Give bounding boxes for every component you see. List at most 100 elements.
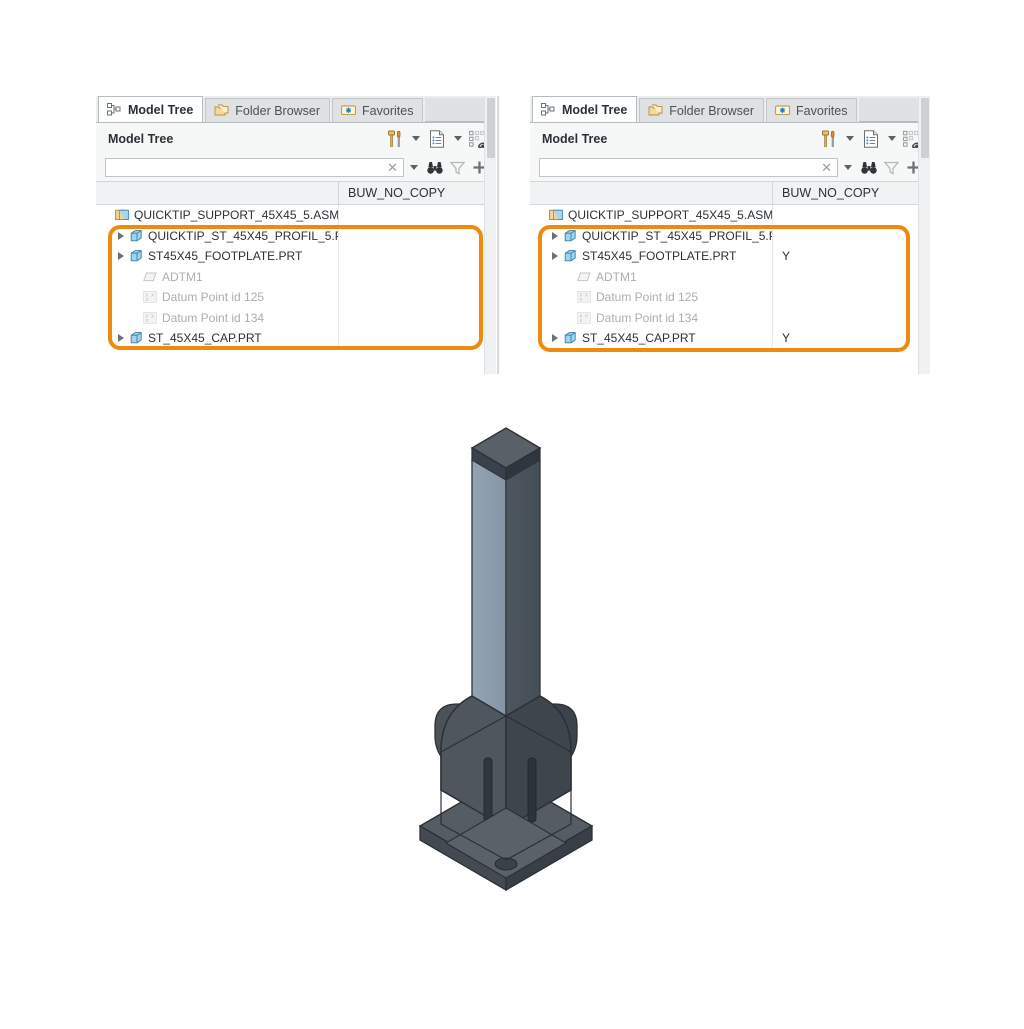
tree-row[interactable]: ST_45X45_CAP.PRT Y: [530, 328, 930, 349]
tab-model-tree[interactable]: Model Tree: [98, 96, 204, 122]
chevron-down-icon[interactable]: [844, 165, 852, 170]
expand-arrow-icon[interactable]: [117, 252, 124, 261]
binoculars-icon[interactable]: [858, 157, 880, 179]
vertical-scrollbar[interactable]: [918, 96, 930, 374]
tree-row[interactable]: QUICKTIP_ST_45X45_PROFIL_5.PRT: [96, 225, 496, 246]
tree-row-label: Datum Point id 134: [162, 310, 265, 325]
tree-row[interactable]: QUICKTIP_SUPPORT_45X45_5.ASM: [96, 205, 496, 226]
search-input-wrapper[interactable]: ✕: [105, 158, 404, 177]
expand-arrow-icon[interactable]: [551, 252, 558, 261]
tree-row-buw-no-copy-cell: Y: [782, 331, 791, 346]
folder-browser-icon: [212, 104, 230, 117]
tab-favorites[interactable]: Favorites: [766, 98, 858, 122]
footplate-bracket: [418, 695, 594, 892]
tree-row-buw-no-copy-cell: Y: [782, 249, 791, 264]
tree-row-name-cell: ADTM1: [96, 266, 339, 287]
expand-arrow-icon[interactable]: [117, 231, 124, 240]
tab-model-tree[interactable]: Model Tree: [532, 96, 638, 122]
tree-row[interactable]: QUICKTIP_SUPPORT_45X45_5.ASM: [530, 205, 930, 226]
expand-arrow-icon[interactable]: [548, 231, 561, 240]
tab-folder-browser[interactable]: Folder Browser: [639, 98, 765, 122]
chevron-down-icon[interactable]: [454, 136, 462, 141]
expand-arrow-icon[interactable]: [114, 334, 127, 343]
column-header-buw-no-copy[interactable]: BUW_NO_COPY: [773, 182, 930, 204]
assembly-icon: [547, 208, 565, 222]
binoculars-icon[interactable]: [424, 157, 446, 179]
tree-row[interactable]: ST_45X45_CAP.PRT: [96, 328, 496, 349]
tree-row[interactable]: ADTM1: [530, 266, 930, 287]
hammer-screwdriver-icon[interactable]: [384, 128, 406, 150]
tab-folder-browser[interactable]: Folder Browser: [205, 98, 331, 122]
tree-row-name-cell: ST45X45_FOOTPLATE.PRT: [530, 246, 773, 267]
expand-arrow-icon[interactable]: [114, 231, 127, 240]
tree-row[interactable]: QUICKTIP_ST_45X45_PROFIL_5.PRT: [530, 225, 930, 246]
datum-plane-icon: [575, 270, 593, 284]
tree-row[interactable]: ADTM1: [96, 266, 496, 287]
column-header-name[interactable]: [96, 182, 339, 204]
panel-tabstrip: Model Tree Folder Browser Favorites: [530, 96, 930, 123]
tree-column-header: BUW_NO_COPY: [530, 181, 930, 205]
chevron-down-icon[interactable]: [846, 136, 854, 141]
tree-row-name-cell: x x x Datum Point id 125: [96, 287, 339, 308]
datum-point-icon: xxx: [141, 311, 159, 325]
tree-row-name-cell: x x x Datum Point id 134: [530, 307, 773, 328]
model-tree-search-row: ✕: [530, 154, 930, 181]
tree-row-label: ST_45X45_CAP.PRT: [582, 331, 696, 346]
scrollbar-thumb[interactable]: [921, 98, 929, 158]
tree-row-name-cell: QUICKTIP_ST_45X45_PROFIL_5.PRT: [530, 225, 773, 246]
expand-arrow-icon[interactable]: [548, 334, 561, 343]
list-settings-icon[interactable]: [860, 128, 882, 150]
chevron-down-icon[interactable]: [412, 136, 420, 141]
tree-row[interactable]: x x x Datum Point id 134: [96, 307, 496, 328]
tree-row[interactable]: ST45X45_FOOTPLATE.PRT: [96, 246, 496, 267]
tree-row[interactable]: x x x Datum Point id 134: [530, 307, 930, 328]
list-settings-icon[interactable]: [426, 128, 448, 150]
funnel-icon[interactable]: [880, 157, 902, 179]
panel-title: Model Tree: [542, 131, 608, 146]
favorites-icon: [773, 104, 791, 117]
part-icon: [561, 249, 579, 263]
tab-label: Folder Browser: [235, 103, 321, 118]
expand-arrow-icon[interactable]: [548, 252, 561, 261]
model-tree-toolbar: Model Tree: [96, 123, 496, 154]
tree-row-label: QUICKTIP_ST_45X45_PROFIL_5.PRT: [148, 228, 339, 243]
tree-row[interactable]: ST45X45_FOOTPLATE.PRT Y: [530, 246, 930, 267]
column-header-buw-no-copy[interactable]: BUW_NO_COPY: [339, 182, 496, 204]
search-input-wrapper[interactable]: ✕: [539, 158, 838, 177]
tree-row-name-cell: ST45X45_FOOTPLATE.PRT: [96, 246, 339, 267]
funnel-icon[interactable]: [446, 157, 468, 179]
folder-browser-icon: [646, 104, 664, 117]
tab-favorites[interactable]: Favorites: [332, 98, 424, 122]
vertical-scrollbar[interactable]: [484, 96, 496, 374]
tree-row-label: Datum Point id 125: [596, 290, 699, 305]
clear-x-icon[interactable]: ✕: [821, 161, 832, 174]
tab-label: Favorites: [796, 103, 848, 118]
tree-row-label: QUICKTIP_SUPPORT_45X45_5.ASM: [568, 208, 773, 223]
part-icon: [127, 331, 145, 345]
part-icon: [127, 249, 145, 263]
expand-arrow-icon[interactable]: [114, 252, 127, 261]
tree-row[interactable]: x x x Datum Point id 125: [530, 287, 930, 308]
search-input[interactable]: [106, 158, 388, 177]
tree-row-label: Datum Point id 125: [162, 290, 265, 305]
model-tree-toolbar: Model Tree: [530, 123, 930, 154]
chevron-down-icon[interactable]: [410, 165, 418, 170]
column-header-name[interactable]: [530, 182, 773, 204]
expand-arrow-icon[interactable]: [551, 231, 558, 240]
model-render: [418, 427, 594, 892]
tree-row-label: QUICKTIP_ST_45X45_PROFIL_5.PRT: [582, 228, 773, 243]
hammer-screwdriver-icon[interactable]: [818, 128, 840, 150]
tree-row-name-cell: ADTM1: [530, 266, 773, 287]
tab-label: Model Tree: [562, 102, 628, 117]
part-icon: [561, 229, 579, 243]
tree-row-name-cell: QUICKTIP_ST_45X45_PROFIL_5.PRT: [96, 225, 339, 246]
chevron-down-icon[interactable]: [888, 136, 896, 141]
clear-x-icon[interactable]: ✕: [387, 161, 398, 174]
search-input[interactable]: [540, 158, 822, 177]
expand-arrow-icon[interactable]: [117, 334, 124, 343]
scrollbar-thumb[interactable]: [487, 98, 495, 158]
tree-column-header: BUW_NO_COPY: [96, 181, 496, 205]
3d-model-viewport[interactable]: [0, 400, 1024, 1024]
expand-arrow-icon[interactable]: [551, 334, 558, 343]
tree-row[interactable]: x x x Datum Point id 125: [96, 287, 496, 308]
